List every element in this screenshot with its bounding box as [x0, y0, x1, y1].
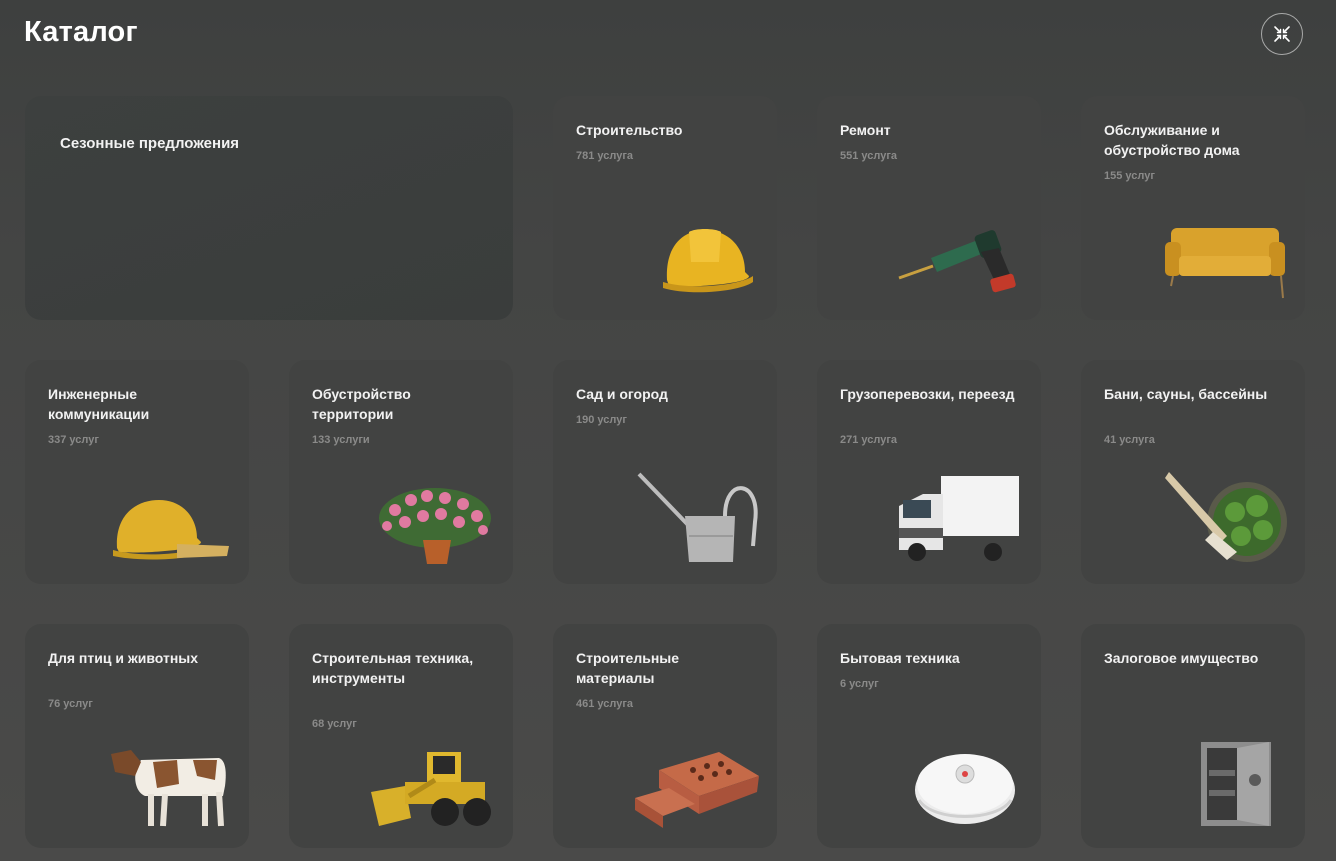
catalog-card-territory[interactable]: Обустройство территории 133 услуги: [289, 360, 513, 584]
catalog-card-baths[interactable]: Бани, сауны, бассейны 41 услуга: [1081, 360, 1305, 584]
hard-hat-icon: [663, 229, 753, 293]
card-title: Залоговое имущество: [1104, 650, 1259, 666]
catalog-card-home-service[interactable]: Обслуживание и обустройство дома 155 усл…: [1081, 96, 1305, 320]
card-count: 155 услуг: [1104, 170, 1155, 182]
card-title: Обслуживание и обустройство дома: [1104, 122, 1240, 158]
card-count: 461 услуга: [576, 698, 634, 710]
catalog-card-collateral[interactable]: Залоговое имущество: [1081, 624, 1305, 848]
card-title: Грузоперевозки, переезд: [840, 386, 1015, 402]
catalog-card-cargo[interactable]: Грузоперевозки, переезд 271 услуга: [817, 360, 1041, 584]
loader-icon: [371, 752, 491, 826]
card-count: 551 услуга: [840, 150, 898, 162]
card-title: Бытовая техника: [840, 650, 960, 666]
card-title: Строительная техника, инструменты: [312, 650, 474, 686]
card-title: Ремонт: [840, 122, 891, 138]
catalog-card-machinery[interactable]: Строительная техника, инструменты 68 усл…: [289, 624, 513, 848]
card-count: 68 услуг: [312, 718, 357, 730]
truck-icon: [899, 476, 1019, 561]
hat-gloves-icon: [113, 500, 229, 560]
catalog-card-repair[interactable]: Ремонт 551 услуга: [817, 96, 1041, 320]
catalog-card-animals[interactable]: Для птиц и животных 76 услуг: [25, 624, 249, 848]
page-title: Каталог: [24, 16, 138, 48]
cow-icon: [111, 750, 226, 827]
card-title: Сад и огород: [576, 386, 668, 402]
card-title: Бани, сауны, бассейны: [1104, 386, 1268, 402]
bath-broom-icon: [1165, 472, 1287, 562]
card-title: Сезонные предложения: [60, 135, 240, 152]
watering-can-icon: [637, 472, 758, 562]
drill-icon: [898, 230, 1016, 293]
close-icon: [1274, 26, 1290, 42]
card-count: 337 услуг: [48, 434, 99, 446]
sofa-icon: [1165, 228, 1285, 299]
card-count: 76 услуг: [48, 698, 93, 710]
card-title: Обустройство территории: [312, 386, 411, 422]
robot-vacuum-icon: [915, 754, 1015, 824]
close-button[interactable]: [1261, 13, 1303, 55]
card-title: Для птиц и животных: [48, 650, 199, 666]
catalog-card-garden[interactable]: Сад и огород 190 услуг: [553, 360, 777, 584]
card-title: Строительные материалы: [576, 650, 680, 686]
catalog-card-seasonal[interactable]: Сезонные предложения: [25, 96, 513, 320]
catalog-card-appliances[interactable]: Бытовая техника 6 услуг: [817, 624, 1041, 848]
safe-icon: [1201, 742, 1271, 826]
card-count: 190 услуг: [576, 414, 627, 426]
card-count: 271 услуга: [840, 434, 898, 446]
card-count: 133 услуги: [312, 434, 370, 446]
catalog-card-materials[interactable]: Строительные материалы 461 услуга: [553, 624, 777, 848]
catalog-card-construction[interactable]: Строительство 781 услуга: [553, 96, 777, 320]
brick-icon: [635, 752, 759, 828]
card-count: 6 услуг: [840, 678, 879, 690]
catalog-card-engineering[interactable]: Инженерные коммуникации 337 услуг: [25, 360, 249, 584]
card-count: 41 услуга: [1104, 434, 1155, 446]
flowers-icon: [379, 488, 491, 564]
card-title: Инженерные коммуникации: [48, 386, 150, 422]
card-title: Строительство: [576, 122, 683, 138]
card-count: 781 услуга: [576, 150, 634, 162]
